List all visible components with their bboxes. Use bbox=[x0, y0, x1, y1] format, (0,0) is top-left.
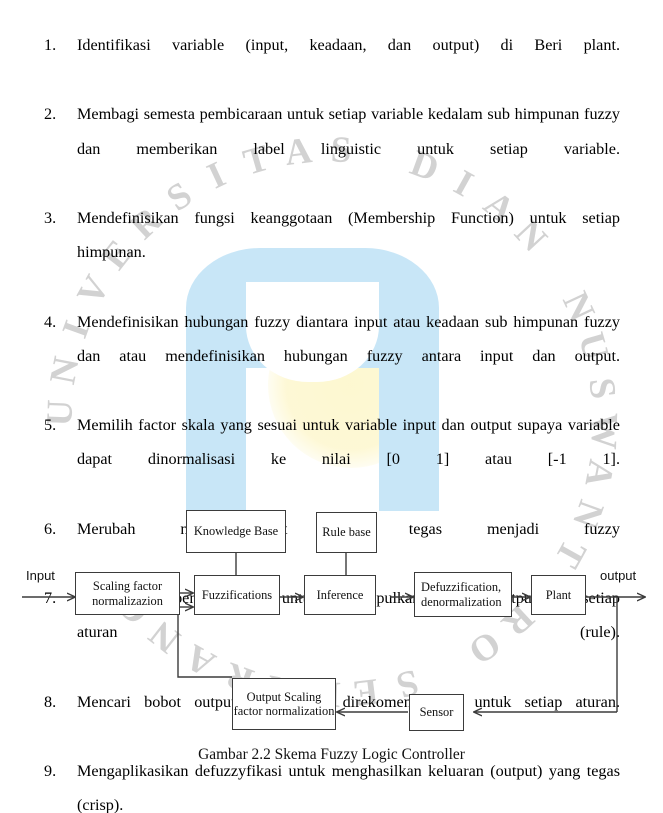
fuzzifications-label: Fuzzifications bbox=[201, 587, 273, 602]
diagram-box-fuzzifications[interactable]: Fuzzifications bbox=[194, 575, 280, 615]
sensor-label: Sensor bbox=[419, 705, 454, 720]
list-item-number: 3. bbox=[44, 209, 57, 228]
scaling-factor-label: Scaling factor normalizazion bbox=[92, 579, 163, 608]
list-item-number: 2. bbox=[44, 105, 57, 124]
list-item-text: Identifikasi variable (input, keadaan, d… bbox=[77, 36, 620, 54]
diagram-box-knowledge-base[interactable]: Knowledge Base bbox=[186, 510, 286, 553]
list-item-number: 1. bbox=[44, 36, 57, 54]
diagram-box-defuzzification-denormalization[interactable]: Defuzzification, denormalization bbox=[414, 572, 512, 617]
defuzzification-label: Defuzzification, denormalization bbox=[421, 580, 502, 609]
list-item: 4. Mendefinisikan hubungan fuzzy diantara… bbox=[44, 305, 620, 408]
output-scaling-label: Output Scaling factor normalization bbox=[233, 689, 335, 719]
diagram-box-output-scaling-factor-normalization[interactable]: Output Scaling factor normalization bbox=[232, 678, 336, 730]
list-item: 5. Memilih factor skala yang sesuai untuk… bbox=[44, 408, 620, 511]
list-item-text: Mendefinisikan fungsi keanggotaan (Membe… bbox=[77, 209, 620, 262]
list-item-number: 6. bbox=[44, 519, 57, 538]
list-item-text: Mendefinisikan hubungan fuzzy diantara i… bbox=[77, 312, 620, 365]
plant-label: Plant bbox=[545, 587, 572, 602]
rule-base-label: Rule base bbox=[322, 525, 371, 540]
list-item: 1. Identifikasi variable (input, keadaan,… bbox=[44, 28, 620, 96]
inference-label: Inference bbox=[316, 587, 364, 602]
diagram-box-sensor[interactable]: Sensor bbox=[409, 694, 464, 731]
diagram-box-plant[interactable]: Plant bbox=[531, 575, 586, 615]
list-item-number: 8. bbox=[44, 692, 57, 711]
diagram-box-scaling-factor-normalization[interactable]: Scaling factor normalizazion bbox=[75, 572, 180, 615]
document-page: UNIVERSITASDIANNUSWANTOROSEMARANG 1.Iden… bbox=[0, 0, 663, 813]
list-item-text: Membagi semesta pembicaraan untuk setiap… bbox=[77, 105, 620, 158]
list-item: 3. Mendefinisikan fungsi keanggotaan (Mem… bbox=[44, 201, 620, 304]
list-item: 2. Membagi semesta pembicaraan untuk seti… bbox=[44, 97, 620, 200]
list-item-number: 5. bbox=[44, 416, 57, 435]
list-item-number: 4. bbox=[44, 312, 57, 331]
list-item-number: 7. bbox=[44, 589, 57, 608]
knowledge-base-label: Knowledge Base bbox=[193, 524, 279, 539]
list-item-text: Mencari bobot output fuzzy yang direkome… bbox=[77, 692, 620, 711]
diagram-box-inference[interactable]: Inference bbox=[304, 575, 376, 615]
diagram-box-rule-base[interactable]: Rule base bbox=[316, 512, 377, 553]
list-item-text: Memilih factor skala yang sesuai untuk v… bbox=[77, 416, 620, 469]
figure-caption: Gambar 2.2 Skema Fuzzy Logic Controller bbox=[198, 746, 465, 763]
